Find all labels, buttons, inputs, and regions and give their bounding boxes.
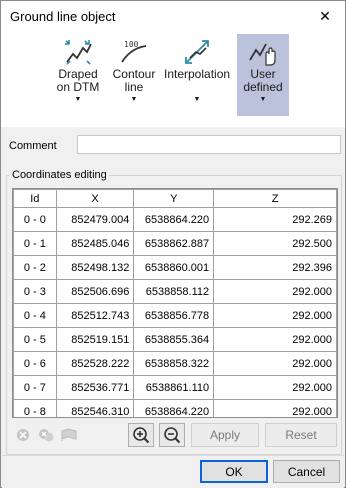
comment-label: Comment — [9, 140, 57, 152]
interpolation-label: Interpolation — [164, 67, 231, 81]
chevron-down-icon: ▼ — [130, 96, 138, 103]
table-row[interactable]: 0 - 7 852536.771 6538861.110 292.000 — [13, 375, 337, 400]
column-header-y[interactable]: Y — [133, 189, 215, 208]
svg-text:100: 100 — [124, 40, 139, 49]
cell-x[interactable]: 852479.004 — [55, 207, 135, 232]
cell-y[interactable]: 6538861.110 — [133, 375, 215, 400]
zoom-in-icon — [133, 427, 150, 444]
draped-on-dtm-button[interactable]: Draped on DTM ▼ — [51, 34, 105, 116]
coordinates-group-label: Coordinates editing — [10, 169, 109, 181]
ground-line-dialog: Ground line object ✕ Draped on DTM ▼ 100… — [0, 0, 346, 488]
cancel-button[interactable]: Cancel — [273, 460, 340, 483]
cell-z[interactable]: 292.396 — [213, 255, 337, 280]
interpolation-button[interactable]: Interpolation ▼ — [164, 34, 230, 116]
cell-y[interactable]: 6538858.322 — [133, 351, 215, 376]
table-row[interactable]: 0 - 6 852528.222 6538858.322 292.000 — [13, 351, 337, 376]
cell-id[interactable]: 0 - 8 — [13, 399, 57, 417]
cell-x[interactable]: 852485.046 — [55, 231, 135, 256]
cell-z[interactable]: 292.000 — [213, 399, 337, 417]
cell-x[interactable]: 852498.132 — [55, 255, 135, 280]
contour-icon: 100 — [121, 40, 147, 63]
close-icon: ✕ — [319, 7, 331, 24]
chevron-down-icon: ▼ — [74, 96, 82, 103]
cell-id[interactable]: 0 - 1 — [13, 231, 57, 256]
zoom-out-icon — [164, 427, 181, 444]
table-row[interactable]: 0 - 4 852512.743 6538856.778 292.000 — [13, 303, 337, 328]
coordinates-grid[interactable]: Id X Y Z 0 - 0 852479.004 6538864.220 29… — [12, 188, 338, 418]
cell-z[interactable]: 292.000 — [213, 351, 337, 376]
flag-icon[interactable] — [58, 426, 80, 444]
delete-all-points-icon[interactable] — [36, 426, 58, 444]
cell-z[interactable]: 292.000 — [213, 279, 337, 304]
cell-id[interactable]: 0 - 2 — [13, 255, 57, 280]
contour-label: Contour line — [112, 67, 156, 94]
zoom-in-button[interactable] — [128, 423, 154, 447]
column-header-id[interactable]: Id — [13, 189, 57, 208]
header-row: Id X Y Z — [13, 189, 337, 208]
reset-button[interactable]: Reset — [265, 423, 337, 447]
table-row[interactable]: 0 - 0 852479.004 6538864.220 292.269 — [13, 207, 337, 232]
cell-x[interactable]: 852536.771 — [55, 375, 135, 400]
cell-x[interactable]: 852519.151 — [55, 327, 135, 352]
interpolation-icon — [185, 40, 209, 64]
cell-y[interactable]: 6538858.112 — [133, 279, 215, 304]
cell-z[interactable]: 292.500 — [213, 231, 337, 256]
chevron-down-icon: ▼ — [259, 96, 267, 103]
coordinates-table: Id X Y Z 0 - 0 852479.004 6538864.220 29… — [13, 189, 337, 417]
ok-button[interactable]: OK — [200, 460, 268, 483]
cell-id[interactable]: 0 - 7 — [13, 375, 57, 400]
cell-z[interactable]: 292.000 — [213, 327, 337, 352]
cell-id[interactable]: 0 - 0 — [13, 207, 57, 232]
cell-x[interactable]: 852546.310 — [55, 399, 135, 417]
table-row[interactable]: 0 - 2 852498.132 6538860.001 292.396 — [13, 255, 337, 280]
user-defined-button[interactable]: User defined ▼ — [237, 34, 289, 116]
zoom-out-button[interactable] — [159, 423, 185, 447]
cell-y[interactable]: 6538864.220 — [133, 399, 215, 417]
user-defined-label: User defined — [243, 67, 283, 94]
cell-y[interactable]: 6538855.364 — [133, 327, 215, 352]
column-header-x[interactable]: X — [55, 189, 135, 208]
cell-y[interactable]: 6538864.220 — [133, 207, 215, 232]
title-bar: Ground line object ✕ — [1, 1, 345, 31]
cell-id[interactable]: 0 - 3 — [13, 279, 57, 304]
comment-input[interactable] — [77, 135, 341, 154]
table-row[interactable]: 0 - 8 852546.310 6538864.220 292.000 — [13, 399, 337, 417]
table-row[interactable]: 0 - 5 852519.151 6538855.364 292.000 — [13, 327, 337, 352]
cell-y[interactable]: 6538862.887 — [133, 231, 215, 256]
cell-x[interactable]: 852506.696 — [55, 279, 135, 304]
cell-x[interactable]: 852528.222 — [55, 351, 135, 376]
cell-y[interactable]: 6538856.778 — [133, 303, 215, 328]
cell-id[interactable]: 0 - 6 — [13, 351, 57, 376]
user-defined-icon — [249, 43, 276, 66]
column-header-z[interactable]: Z — [213, 189, 337, 208]
cell-z[interactable]: 292.000 — [213, 375, 337, 400]
cell-id[interactable]: 0 - 4 — [13, 303, 57, 328]
cell-z[interactable]: 292.269 — [213, 207, 337, 232]
cell-x[interactable]: 852512.743 — [55, 303, 135, 328]
draped-label: Draped on DTM — [56, 67, 100, 94]
table-row[interactable]: 0 - 1 852485.046 6538862.887 292.500 — [13, 231, 337, 256]
draped-icon — [65, 40, 92, 65]
cell-id[interactable]: 0 - 5 — [13, 327, 57, 352]
delete-point-icon[interactable] — [12, 426, 34, 444]
cell-z[interactable]: 292.000 — [213, 303, 337, 328]
cell-y[interactable]: 6538860.001 — [133, 255, 215, 280]
close-button[interactable]: ✕ — [305, 1, 345, 31]
chevron-down-icon: ▼ — [193, 96, 201, 103]
window-title: Ground line object — [10, 9, 116, 24]
apply-button[interactable]: Apply — [191, 423, 259, 447]
contour-line-button[interactable]: 100 Contour line ▼ — [109, 34, 159, 116]
table-row[interactable]: 0 - 3 852506.696 6538858.112 292.000 — [13, 279, 337, 304]
ribbon: Draped on DTM ▼ 100 Contour line ▼ Inter… — [1, 31, 345, 127]
